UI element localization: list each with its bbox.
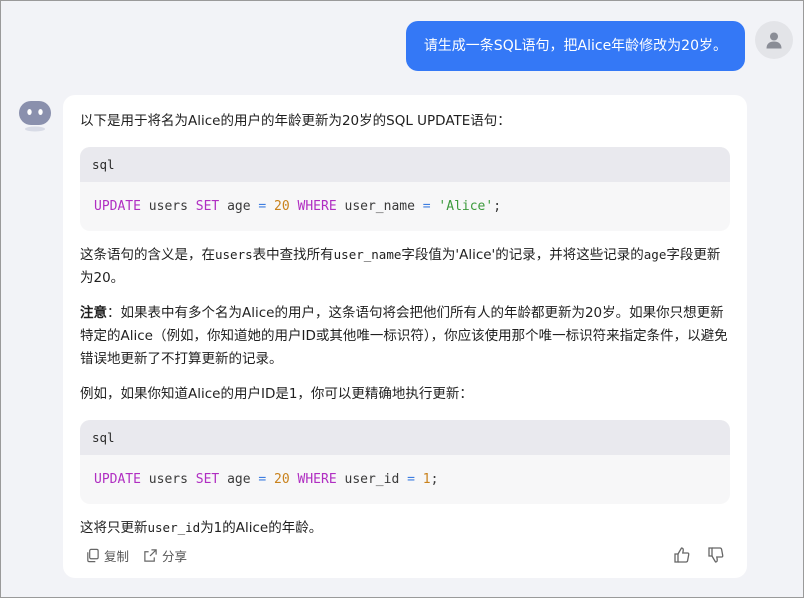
thumbs-up-icon	[674, 547, 690, 563]
code-token: SET	[195, 472, 220, 487]
code-token: user_name	[336, 199, 423, 214]
share-label: 分享	[162, 548, 188, 564]
answer-actions: 复制 分享	[85, 544, 725, 566]
robot-icon	[17, 97, 53, 133]
thumbs-down-icon	[708, 547, 724, 563]
code-block-1: sql UPDATE users SET age = 20 WHERE user…	[80, 147, 730, 231]
note-text: ：如果表中有多个名为Alice的用户，这条语句将会把他们所有人的年龄都更新为20…	[80, 305, 728, 367]
inline-code: users	[215, 247, 253, 262]
text-segment: 为1的Alice的年龄。	[200, 520, 323, 536]
code-block-2: sql UPDATE users SET age = 20 WHERE user…	[80, 420, 730, 504]
code-token: 1	[422, 472, 431, 487]
code-language-label: sql	[80, 420, 730, 455]
inline-code: user_name	[333, 247, 402, 262]
code-token: users	[140, 199, 196, 214]
text-segment: 表中查找所有	[252, 247, 334, 263]
inline-code: age	[643, 247, 667, 262]
text-segment: 这将只更新	[80, 520, 148, 536]
copy-button[interactable]: 复制	[85, 546, 129, 565]
dislike-button[interactable]	[707, 546, 725, 564]
inline-code: user_id	[147, 520, 201, 535]
text-segment: 这条语句的含义是，在	[80, 247, 215, 263]
code-token: SET	[195, 199, 220, 214]
code-token: UPDATE	[94, 472, 141, 487]
code-language-label: sql	[80, 147, 730, 182]
share-icon	[144, 548, 157, 562]
code-token: 20	[274, 472, 290, 487]
code-token: WHERE	[297, 472, 337, 487]
text-segment: 字段值为'Alice'的记录，并将这些记录的	[401, 247, 644, 263]
code-token: =	[407, 472, 415, 487]
user-message-row: 请生成一条SQL语句，把Alice年龄修改为20岁。	[405, 21, 793, 71]
like-button[interactable]	[673, 546, 691, 564]
answer-intro: 以下是用于将名为Alice的用户的年龄更新为20岁的SQL UPDATE语句：	[80, 113, 511, 129]
code-token: WHERE	[297, 199, 337, 214]
code-token: user_id	[336, 472, 408, 487]
code-token: ;	[430, 472, 439, 487]
code-content[interactable]: UPDATE users SET age = 20 WHERE user_nam…	[80, 182, 730, 231]
code-token: age	[219, 199, 259, 214]
code-token: 20	[274, 199, 290, 214]
note-label: 注意	[80, 305, 107, 321]
code-token: 'Alice'	[438, 199, 494, 214]
answer-example-intro: 例如，如果你知道Alice的用户ID是1，你可以更精确地执行更新：	[80, 386, 473, 402]
code-token: UPDATE	[94, 199, 141, 214]
code-token: =	[422, 199, 431, 214]
answer-meaning: 这条语句的含义是，在users表中查找所有user_name字段值为'Alice…	[80, 243, 730, 290]
answer-note: 注意：如果表中有多个名为Alice的用户，这条语句将会把他们所有人的年龄都更新为…	[80, 302, 730, 371]
code-token: ;	[493, 199, 502, 214]
share-button[interactable]: 分享	[143, 546, 187, 565]
code-token: age	[219, 472, 259, 487]
person-icon	[755, 21, 793, 59]
assistant-answer-card: 以下是用于将名为Alice的用户的年龄更新为20岁的SQL UPDATE语句： …	[63, 95, 747, 578]
user-message-bubble: 请生成一条SQL语句，把Alice年龄修改为20岁。	[405, 21, 745, 71]
copy-label: 复制	[104, 548, 130, 564]
answer-closing: 这将只更新user_id为1的Alice的年龄。	[80, 516, 730, 540]
copy-icon	[87, 548, 99, 562]
code-content[interactable]: UPDATE users SET age = 20 WHERE user_id …	[80, 455, 730, 504]
code-token: users	[140, 472, 196, 487]
